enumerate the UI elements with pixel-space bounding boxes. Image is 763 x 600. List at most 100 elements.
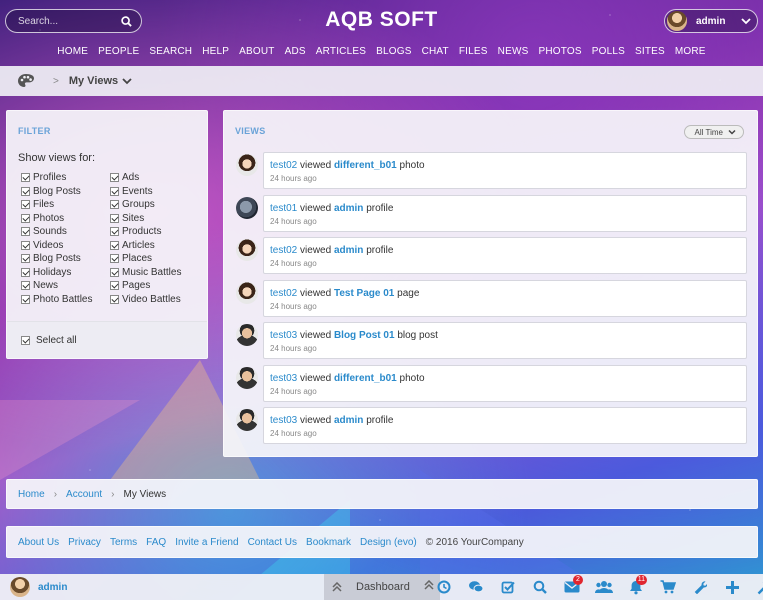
filter-checkbox[interactable] <box>110 240 119 250</box>
filter-option[interactable]: Profiles <box>21 171 92 185</box>
nav-item[interactable]: HOME <box>57 46 88 57</box>
footer-link[interactable]: Terms <box>110 537 137 548</box>
view-user-link[interactable]: test02 <box>270 288 297 299</box>
filter-checkbox[interactable] <box>110 281 119 291</box>
avatar[interactable] <box>236 409 258 431</box>
filter-option[interactable]: Sites <box>110 212 181 226</box>
filter-option[interactable]: Video Battles <box>110 293 181 307</box>
view-object-link[interactable]: admin <box>334 245 363 256</box>
filter-checkbox[interactable] <box>21 254 30 264</box>
filter-checkbox[interactable] <box>110 186 119 196</box>
cart-icon[interactable] <box>652 574 684 600</box>
nav-item[interactable]: SITES <box>635 46 665 57</box>
filter-checkbox[interactable] <box>21 173 30 183</box>
view-object-link[interactable]: Test Page 01 <box>334 288 394 299</box>
view-object-link[interactable]: Blog Post 01 <box>334 330 395 341</box>
nav-item[interactable]: BLOGS <box>376 46 411 57</box>
filter-checkbox[interactable] <box>21 213 30 223</box>
nav-item[interactable]: ABOUT <box>239 46 274 57</box>
avatar[interactable] <box>236 239 258 261</box>
time-range-dropdown[interactable]: All Time <box>683 125 744 139</box>
view-object-link[interactable]: different_b01 <box>334 160 397 171</box>
filter-checkbox[interactable] <box>110 254 119 264</box>
footer-link[interactable]: Design (evo) <box>360 537 417 548</box>
filter-option[interactable]: Photo Battles <box>21 293 92 307</box>
page-menu-dropdown[interactable]: My Views <box>69 75 132 87</box>
filter-option[interactable]: Music Battles <box>110 266 181 280</box>
footer-link[interactable]: About Us <box>18 537 59 548</box>
avatar[interactable] <box>236 366 258 389</box>
filter-checkbox[interactable] <box>21 281 30 291</box>
view-user-link[interactable]: test03 <box>270 373 297 384</box>
filter-option[interactable]: Holidays <box>21 266 92 280</box>
search-box[interactable] <box>5 9 142 33</box>
footer-link[interactable]: FAQ <box>146 537 166 548</box>
view-user-link[interactable]: test02 <box>270 160 297 171</box>
filter-checkbox[interactable] <box>110 173 119 183</box>
view-object-link[interactable]: different_b01 <box>334 373 397 384</box>
chat-icon[interactable] <box>460 574 492 600</box>
footer-link[interactable]: Contact Us <box>248 537 297 548</box>
nav-item[interactable]: POLLS <box>592 46 625 57</box>
breadcrumb-account[interactable]: Account <box>66 489 102 500</box>
wrench-icon[interactable] <box>684 574 716 600</box>
filter-option[interactable]: Groups <box>110 198 181 212</box>
filter-checkbox[interactable] <box>110 213 119 223</box>
filter-checkbox[interactable] <box>21 200 30 210</box>
footer-link[interactable]: Privacy <box>68 537 101 548</box>
mail-icon[interactable]: 2 <box>556 574 588 600</box>
view-user-link[interactable]: test01 <box>270 203 297 214</box>
filter-checkbox[interactable] <box>21 240 30 250</box>
filter-option[interactable]: News <box>21 279 92 293</box>
filter-checkbox[interactable] <box>110 267 119 277</box>
filter-option[interactable]: Places <box>110 252 181 266</box>
breadcrumb-home[interactable]: Home <box>18 489 45 500</box>
filter-option[interactable]: Blog Posts <box>21 252 92 266</box>
filter-checkbox[interactable] <box>21 294 30 304</box>
avatar[interactable] <box>236 154 258 176</box>
notifications-history-icon[interactable] <box>428 574 460 600</box>
bell-icon[interactable]: 11 <box>620 574 652 600</box>
nav-item[interactable]: PHOTOS <box>538 46 581 57</box>
nav-item[interactable]: ARTICLES <box>316 46 366 57</box>
view-object-link[interactable]: admin <box>334 415 363 426</box>
plus-icon[interactable] <box>716 574 748 600</box>
filter-checkbox[interactable] <box>21 186 30 196</box>
search-input[interactable] <box>18 15 119 27</box>
nav-item[interactable]: FILES <box>459 46 488 57</box>
avatar[interactable] <box>236 196 258 219</box>
toolbar-account[interactable]: admin <box>0 577 322 597</box>
filter-checkbox[interactable] <box>110 227 119 237</box>
filter-option[interactable]: Photos <box>21 212 92 226</box>
filter-checkbox[interactable] <box>110 200 119 210</box>
footer-link[interactable]: Invite a Friend <box>175 537 238 548</box>
palette-icon[interactable] <box>17 73 37 89</box>
site-logo[interactable]: AQB SOFT <box>325 8 438 31</box>
filter-option[interactable]: Products <box>110 225 181 239</box>
filter-option[interactable]: Files <box>21 198 92 212</box>
dashboard-button[interactable]: Dashboard <box>324 574 440 600</box>
search-icon[interactable] <box>119 14 133 28</box>
footer-link[interactable]: Bookmark <box>306 537 351 548</box>
friends-icon[interactable] <box>588 574 620 600</box>
view-user-link[interactable]: test03 <box>270 415 297 426</box>
filter-option[interactable]: Ads <box>110 171 181 185</box>
nav-item[interactable]: CHAT <box>422 46 449 57</box>
nav-item[interactable]: NEWS <box>498 46 529 57</box>
select-all-checkbox[interactable] <box>21 335 30 345</box>
nav-item[interactable]: HELP <box>202 46 229 57</box>
avatar[interactable] <box>236 281 258 304</box>
magic-wand-icon[interactable] <box>748 574 763 600</box>
nav-item[interactable]: SEARCH <box>149 46 192 57</box>
account-menu[interactable]: admin <box>664 9 758 33</box>
filter-option[interactable]: Pages <box>110 279 181 293</box>
filter-option[interactable]: Articles <box>110 239 181 253</box>
filter-option[interactable]: Sounds <box>21 225 92 239</box>
view-user-link[interactable]: test03 <box>270 330 297 341</box>
filter-checkbox[interactable] <box>21 267 30 277</box>
avatar[interactable] <box>236 324 258 346</box>
view-object-link[interactable]: admin <box>334 203 363 214</box>
view-user-link[interactable]: test02 <box>270 245 297 256</box>
filter-checkbox[interactable] <box>110 294 119 304</box>
filter-option[interactable]: Videos <box>21 239 92 253</box>
